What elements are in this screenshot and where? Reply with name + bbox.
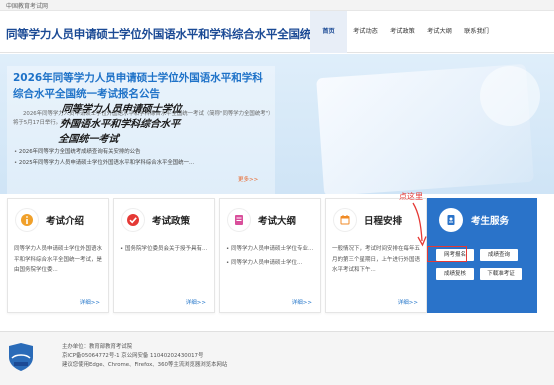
main-nav: 首页 考试动态 考试政策 考试大纲 联系我们 (310, 11, 495, 53)
footer-line: 主办单位：教育部教育考试院 (62, 344, 133, 350)
card-body: 同等学力人员申请硕士学位外国语水平和学科综合水平全国统一考试，是由国务院学位委.… (14, 244, 104, 279)
score-query-button[interactable]: 成绩查询 (480, 249, 518, 261)
card-title: 考试大纲 (258, 216, 297, 227)
card-exam-policy[interactable]: 考试政策 国务院学位委员会关于授予具有... 详细>> (113, 198, 215, 313)
card-list-item[interactable]: 国务院学位委员会关于授予具有... (120, 244, 210, 255)
card-exam-intro[interactable]: 考试介绍 同等学力人员申请硕士学位外国语水平和学科综合水平全国统一考试，是由国务… (7, 198, 109, 313)
hero-big-text: 同等学力人员申请硕士学位 外国语水平和学科综合水平 全国统一考试 (58, 102, 183, 147)
card-head: 考试政策 (114, 199, 214, 239)
card-head: 考试介绍 (8, 199, 108, 239)
hero-big-line: 全国统一考试 (57, 134, 120, 145)
top-bar-text: 中国教育考试网 (6, 3, 49, 10)
news-item[interactable]: 2025年同等学力人员申请硕士学位外国语水平和学科综合水平全国统一... (14, 158, 269, 169)
registration-highlight-box (427, 246, 467, 262)
card-more-link[interactable]: 详细>> (80, 298, 100, 306)
doc-icon (227, 208, 251, 232)
calendar-icon (333, 208, 357, 232)
card-more-link[interactable]: 详细>> (186, 298, 206, 306)
card-title: 考生服务 (471, 216, 510, 227)
hero-title[interactable]: 2026年同等学力人员申请硕士学位外国语水平和学科综合水平全国统一考试报名公告 (13, 70, 263, 102)
nav-policy[interactable]: 考试政策 (384, 11, 421, 53)
card-exam-syllabus[interactable]: 考试大纲 同等学力人员申请硕士学位专业... 同等学力人员申请硕士学位... 详… (219, 198, 321, 313)
hero-news-list: 2026年同等学力全国统考成绩查询有关安排的公告 2025年同等学力人员申请硕士… (14, 147, 269, 169)
service-icon (439, 208, 463, 232)
footer-info: 主办单位：教育部教育考试院 京ICP备05064772号-1 京公网安备 110… (62, 343, 227, 370)
card-title: 考试介绍 (46, 216, 85, 227)
nav-syllabus[interactable]: 考试大纲 (421, 11, 458, 53)
top-bar: 中国教育考试网 (0, 0, 554, 11)
nav-home[interactable]: 首页 (310, 11, 347, 53)
check-icon (121, 208, 145, 232)
card-list-item[interactable]: 同等学力人员申请硕士学位... (226, 258, 316, 269)
footer-line[interactable]: 京ICP备05064772号-1 京公网安备 11040202430017号 (62, 352, 227, 361)
hero-circle-shape (480, 66, 540, 126)
hero-banner: 2026年同等学力人员申请硕士学位外国语水平和学科综合水平全国统一考试报名公告 … (0, 54, 554, 194)
hero-graphic (300, 63, 550, 194)
card-more-link[interactable]: 详细>> (292, 298, 312, 306)
hero-big-line: 同等学力人员申请硕士学位 (60, 104, 183, 115)
site-footer: 主办单位：教育部教育考试院 京ICP备05064772号-1 京公网安备 110… (0, 331, 554, 385)
footer-line: 建议您使用Edge、Chrome、Firefox、360等主流浏览器浏览本网站 (62, 362, 228, 368)
card-head: 考试大纲 (220, 199, 320, 239)
hero-more-link[interactable]: 更多>> (238, 175, 258, 183)
arrow-down-icon (412, 202, 427, 247)
hero-big-line: 外国语水平和学科综合水平 (59, 119, 181, 130)
card-list-item[interactable]: 同等学力人员申请硕士学位专业... (226, 244, 316, 255)
card-title: 考试政策 (152, 216, 191, 227)
info-icon (15, 208, 39, 232)
card-text: 同等学力人员申请硕士学位外国语水平和学科综合水平全国统一考试，是由国务院学位委.… (14, 246, 103, 273)
card-more-link[interactable]: 详细>> (398, 298, 418, 306)
card-body: 同等学力人员申请硕士学位专业... 同等学力人员申请硕士学位... (226, 244, 316, 271)
score-review-button[interactable]: 成绩复核 (436, 268, 474, 280)
news-item[interactable]: 2026年同等学力全国统考成绩查询有关安排的公告 (14, 147, 269, 158)
card-body: 国务院学位委员会关于授予具有... (120, 244, 210, 258)
shield-logo-icon (9, 343, 33, 371)
nav-news[interactable]: 考试动态 (347, 11, 384, 53)
nav-contact[interactable]: 联系我们 (458, 11, 495, 53)
download-admission-ticket-button[interactable]: 下载准考证 (480, 268, 522, 280)
card-title: 日程安排 (364, 216, 403, 227)
site-title: 同等学力人员申请硕士学位外国语水平和学科综合水平全国统一考试 (6, 27, 345, 41)
